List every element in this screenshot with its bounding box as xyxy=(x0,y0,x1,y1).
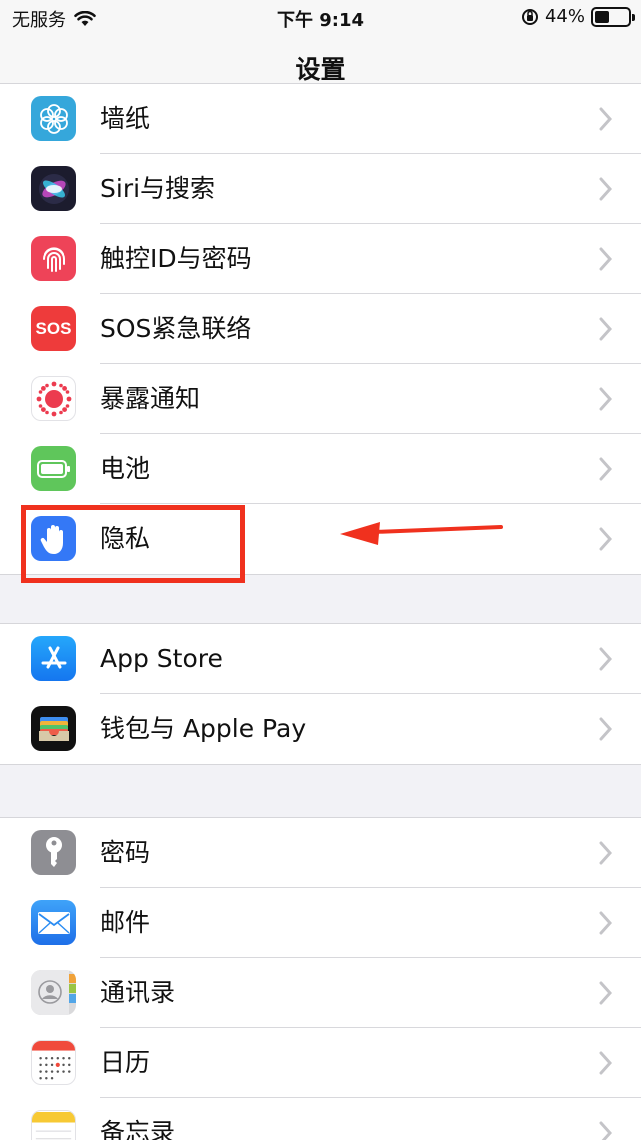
fingerprint-icon xyxy=(31,236,76,281)
settings-group-1: 墙纸 Siri与搜索 触控ID与密码 SOS SOS紧急联络 暴露通知 电池 隐… xyxy=(0,83,641,575)
sos-icon-text: SOS xyxy=(35,318,72,338)
chevron-right-icon xyxy=(599,911,613,935)
settings-item-exposure[interactable]: 暴露通知 xyxy=(0,364,641,434)
settings-item-label: 暴露通知 xyxy=(100,384,201,413)
settings-item-label: 触控ID与密码 xyxy=(100,244,252,273)
settings-item-label: Siri与搜索 xyxy=(100,174,216,203)
battery-fill xyxy=(595,10,610,23)
chevron-right-icon xyxy=(599,457,613,481)
chevron-right-icon xyxy=(599,177,613,201)
settings-item-mail[interactable]: 邮件 xyxy=(0,888,641,958)
settings-item-label: 电池 xyxy=(100,454,151,483)
settings-item-label: 墙纸 xyxy=(100,104,151,133)
annotation-arrow-icon xyxy=(340,522,503,545)
status-bar: 无服务 下午 9:14 44% xyxy=(0,0,641,34)
calendar-icon xyxy=(31,1040,76,1085)
wallpaper-icon xyxy=(31,96,76,141)
chevron-right-icon xyxy=(599,247,613,271)
chevron-right-icon xyxy=(599,981,613,1005)
key-icon xyxy=(31,830,76,875)
settings-item-passwords[interactable]: 密码 xyxy=(0,818,641,888)
settings-item-battery[interactable]: 电池 xyxy=(0,434,641,504)
chevron-right-icon xyxy=(599,527,613,551)
settings-item-contacts[interactable]: 通讯录 xyxy=(0,958,641,1028)
settings-item-label: 邮件 xyxy=(100,908,151,937)
wallet-icon xyxy=(31,706,76,751)
chevron-right-icon xyxy=(599,387,613,411)
chevron-right-icon xyxy=(599,841,613,865)
page-title: 设置 xyxy=(295,55,346,84)
settings-item-label: App Store xyxy=(100,644,223,673)
settings-group-3: 密码 邮件 通讯录 日历 备忘录 xyxy=(0,817,641,1140)
orientation-lock-icon xyxy=(521,8,538,25)
settings-item-label: 备忘录 xyxy=(100,1118,176,1140)
settings-item-sos[interactable]: SOS SOS紧急联络 xyxy=(0,294,641,364)
chevron-right-icon xyxy=(599,647,613,671)
sos-icon: SOS xyxy=(31,306,76,351)
exposure-icon xyxy=(31,376,76,421)
battery-icon xyxy=(31,446,76,491)
battery-percent: 44% xyxy=(544,6,585,27)
chevron-right-icon xyxy=(599,1051,613,1075)
chevron-right-icon xyxy=(599,107,613,131)
settings-item-label: 密码 xyxy=(100,838,151,867)
settings-item-label: SOS紧急联络 xyxy=(100,314,252,343)
settings-item-notes[interactable]: 备忘录 xyxy=(0,1098,641,1140)
settings-item-wallet[interactable]: 钱包与 Apple Pay xyxy=(0,694,641,764)
settings-item-label: 钱包与 Apple Pay xyxy=(100,714,307,743)
contacts-icon xyxy=(31,970,76,1015)
app-store-icon xyxy=(31,636,76,681)
settings-item-label: 日历 xyxy=(100,1048,151,1077)
settings-item-siri[interactable]: Siri与搜索 xyxy=(0,154,641,224)
settings-item-app-store[interactable]: App Store xyxy=(0,624,641,694)
settings-group-2: App Store 钱包与 Apple Pay xyxy=(0,623,641,765)
settings-item-touch-id[interactable]: 触控ID与密码 xyxy=(0,224,641,294)
chevron-right-icon xyxy=(599,1121,613,1140)
settings-item-wallpaper[interactable]: 墙纸 xyxy=(0,84,641,154)
chevron-right-icon xyxy=(599,717,613,741)
notes-icon xyxy=(31,1110,76,1140)
chevron-right-icon xyxy=(599,317,613,341)
highlight-box xyxy=(21,505,245,583)
siri-icon xyxy=(31,166,76,211)
settings-item-calendar[interactable]: 日历 xyxy=(0,1028,641,1098)
mail-icon xyxy=(31,900,76,945)
battery-indicator-icon xyxy=(591,6,635,27)
settings-item-label: 通讯录 xyxy=(100,978,176,1007)
